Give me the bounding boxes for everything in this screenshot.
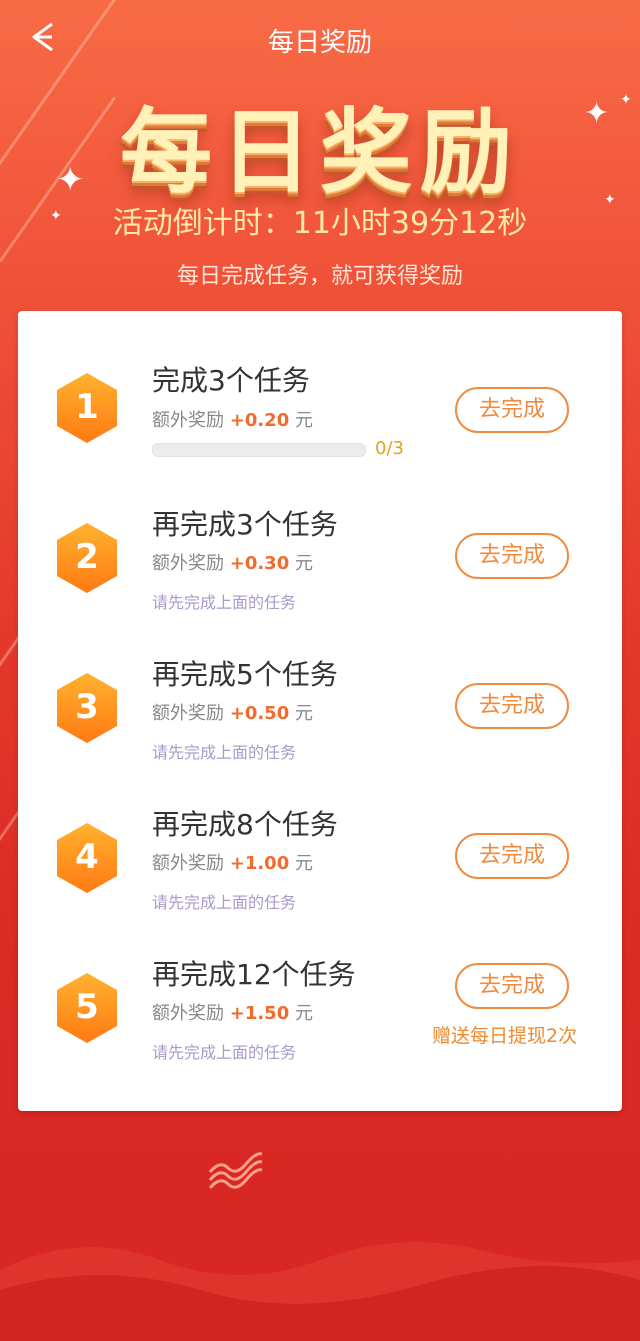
task-title: 再完成8个任务 bbox=[152, 808, 338, 841]
task-title: 再完成3个任务 bbox=[152, 508, 338, 541]
task-row: 1 完成3个任务 额外奖励 +0.20 元 0/3 去完成 bbox=[18, 311, 622, 461]
bottom-wave-decoration bbox=[0, 1242, 640, 1341]
task-number: 2 bbox=[75, 537, 99, 577]
task-number: 1 bbox=[75, 387, 99, 427]
task-number: 4 bbox=[75, 837, 99, 877]
hero-title: 每日奖励 bbox=[119, 99, 520, 206]
task-row: 5 再完成12个任务 额外奖励 +1.50 元 请先完成上面的任务 去完成 赠送… bbox=[18, 911, 622, 1062]
task-note: 请先完成上面的任务 bbox=[152, 893, 297, 912]
task-reward: 额外奖励 +1.00 元 bbox=[152, 849, 313, 875]
reward-amount: +0.20 bbox=[229, 410, 290, 431]
task-note: 请先完成上面的任务 bbox=[152, 743, 297, 762]
task-row: 2 再完成3个任务 额外奖励 +0.30 元 请先完成上面的任务 去完成 bbox=[18, 461, 622, 612]
countdown-text: 活动倒计时：11小时39分12秒 bbox=[112, 206, 528, 241]
complete-button[interactable]: 去完成 bbox=[455, 683, 569, 729]
complete-button[interactable]: 去完成 bbox=[455, 963, 569, 1009]
hexagon-badge-icon: 1 bbox=[54, 371, 120, 445]
reward-label: 额外奖励 bbox=[152, 1003, 224, 1024]
reward-unit: 元 bbox=[294, 1003, 313, 1024]
task-reward: 额外奖励 +1.50 元 bbox=[152, 999, 313, 1025]
task-row: 4 再完成8个任务 额外奖励 +1.00 元 请先完成上面的任务 去完成 bbox=[18, 761, 622, 912]
task-note: 请先完成上面的任务 bbox=[152, 593, 297, 612]
task-note: 请先完成上面的任务 bbox=[152, 1043, 297, 1062]
reward-amount: +1.50 bbox=[229, 1003, 290, 1024]
complete-button[interactable]: 去完成 bbox=[455, 833, 569, 879]
hexagon-badge-icon: 3 bbox=[54, 671, 120, 745]
task-reward: 额外奖励 +0.50 元 bbox=[152, 699, 313, 725]
hexagon-badge-icon: 5 bbox=[54, 971, 120, 1045]
task-row: 3 再完成5个任务 额外奖励 +0.50 元 请先完成上面的任务 去完成 bbox=[18, 611, 622, 762]
reward-label: 额外奖励 bbox=[152, 703, 224, 724]
complete-button[interactable]: 去完成 bbox=[455, 387, 569, 433]
subtitle-text: 每日完成任务，就可获得奖励 bbox=[176, 264, 463, 289]
task-reward: 额外奖励 +0.30 元 bbox=[152, 549, 313, 575]
task-title: 完成3个任务 bbox=[152, 364, 310, 397]
reward-amount: +0.30 bbox=[229, 553, 290, 574]
reward-unit: 元 bbox=[294, 853, 313, 874]
task-title: 再完成5个任务 bbox=[152, 658, 338, 691]
reward-unit: 元 bbox=[294, 410, 313, 431]
hexagon-badge-icon: 2 bbox=[54, 521, 120, 595]
squiggle-decoration-icon bbox=[208, 1152, 263, 1189]
reward-amount: +0.50 bbox=[229, 703, 290, 724]
reward-label: 额外奖励 bbox=[152, 853, 224, 874]
task-reward: 额外奖励 +0.20 元 bbox=[152, 406, 313, 432]
page-title: 每日奖励 bbox=[267, 28, 372, 58]
hexagon-badge-icon: 4 bbox=[54, 821, 120, 895]
progress-bar bbox=[152, 443, 366, 457]
progress-text: 0/3 bbox=[375, 438, 404, 459]
complete-button[interactable]: 去完成 bbox=[455, 533, 569, 579]
task-number: 3 bbox=[75, 687, 99, 727]
task-title: 再完成12个任务 bbox=[152, 958, 356, 991]
bonus-text: 赠送每日提现2次 bbox=[432, 1025, 578, 1047]
task-number: 5 bbox=[75, 987, 99, 1027]
reward-unit: 元 bbox=[294, 703, 313, 724]
reward-amount: +1.00 bbox=[229, 853, 290, 874]
task-card: 1 完成3个任务 额外奖励 +0.20 元 0/3 去完成 2 再完成3个任务 … bbox=[18, 311, 622, 1111]
reward-label: 额外奖励 bbox=[152, 553, 224, 574]
reward-label: 额外奖励 bbox=[152, 410, 224, 431]
reward-unit: 元 bbox=[294, 553, 313, 574]
